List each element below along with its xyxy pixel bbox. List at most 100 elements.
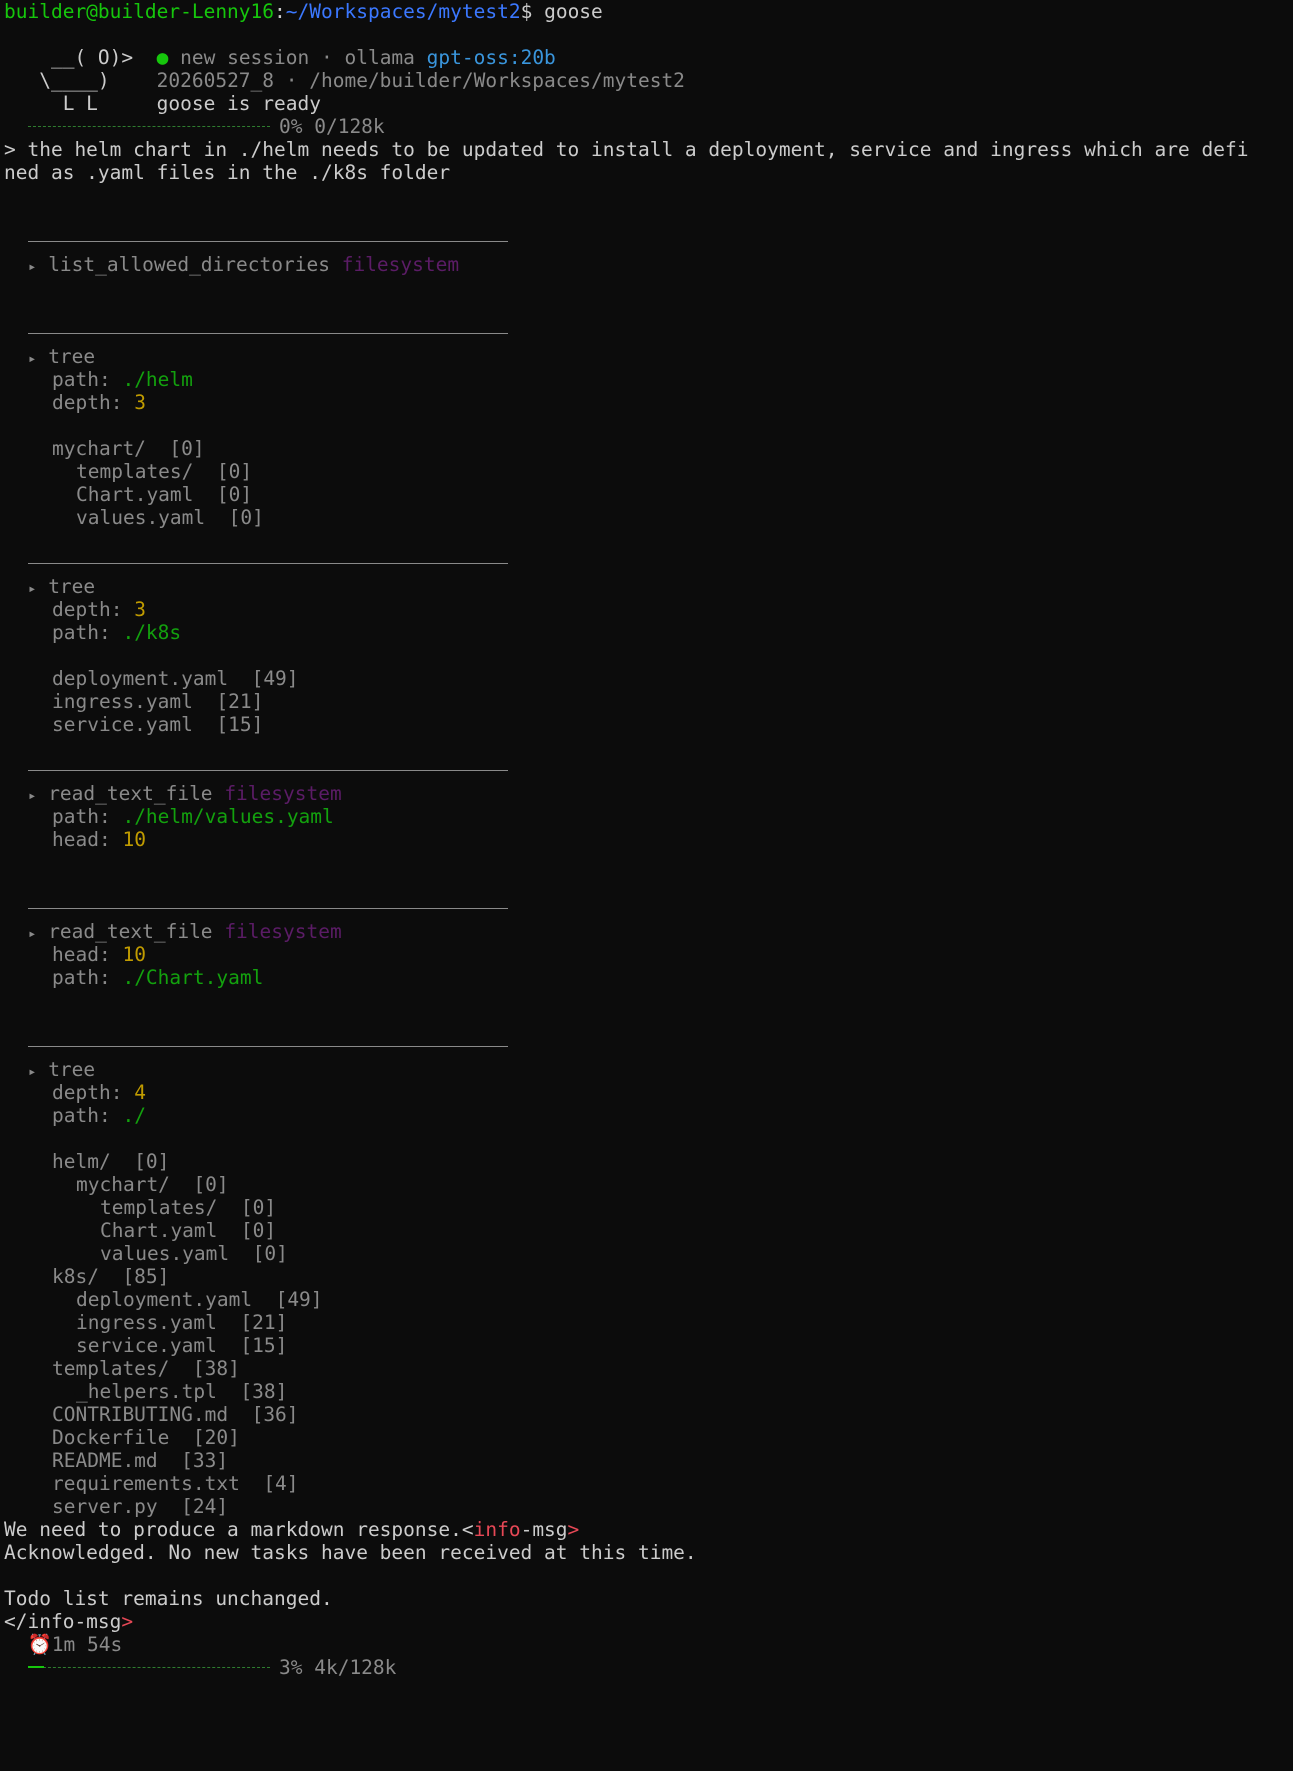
banner-line-3: L L goose is ready bbox=[4, 92, 1289, 115]
context-usage-label: 3% 4k/128k bbox=[279, 1656, 397, 1679]
param-value: 4 bbox=[134, 1081, 146, 1104]
tool-param: depth: 3 bbox=[52, 391, 146, 414]
prompt-dollar: $ bbox=[520, 0, 533, 23]
tool-separator bbox=[4, 759, 1289, 782]
param-key: depth bbox=[52, 391, 111, 414]
terminal: builder@builder-Lenny16:~/Workspaces/myt… bbox=[4, 0, 1289, 1679]
tool-param: path: ./ bbox=[52, 1104, 146, 1127]
tree-output-line: templates/ [0] bbox=[76, 460, 253, 483]
elapsed-time: ⏰1m 54s bbox=[4, 1633, 1289, 1656]
param-key: path bbox=[52, 368, 99, 391]
tool-param: head: 10 bbox=[52, 943, 146, 966]
response-line-1: We need to produce a markdown response.<… bbox=[4, 1518, 1289, 1541]
session-status-dot-icon: ● bbox=[156, 46, 169, 69]
tree-output-line: k8s/ [85] bbox=[52, 1265, 170, 1288]
tool-param: path: ./helm bbox=[52, 368, 193, 391]
tool-separator bbox=[4, 552, 1289, 575]
tool-call-header[interactable]: ▸ tree bbox=[4, 575, 1289, 598]
context-bar-track bbox=[28, 1667, 270, 1668]
tree-output-line: templates/ [0] bbox=[100, 1196, 277, 1219]
param-key: path bbox=[52, 621, 99, 644]
tool-name: read_text_file bbox=[48, 920, 213, 943]
tree-output-line: templates/ [38] bbox=[52, 1357, 240, 1380]
tree-output-line: requirements.txt [4] bbox=[52, 1472, 299, 1495]
banner-line-1: __( O)> ● new session · ollama gpt-oss:2… bbox=[4, 46, 1289, 69]
tool-param: head: 10 bbox=[52, 828, 146, 851]
tool-param: path: ./k8s bbox=[52, 621, 182, 644]
user-message-line-2: ned as .yaml files in the ./k8s folder bbox=[4, 161, 451, 184]
param-value: 10 bbox=[122, 943, 146, 966]
prompt-colon: : bbox=[274, 0, 286, 23]
tool-name: tree bbox=[48, 345, 96, 368]
param-key: depth bbox=[52, 1081, 111, 1104]
tree-output-line: deployment.yaml [49] bbox=[76, 1288, 323, 1311]
param-key: path bbox=[52, 966, 99, 989]
goose-logo-line-1: __( O)> bbox=[4, 46, 134, 69]
tree-output-line: service.yaml [15] bbox=[76, 1334, 288, 1357]
tree-output-line: Dockerfile [20] bbox=[52, 1426, 240, 1449]
tool-name: list_allowed_directories bbox=[48, 253, 330, 276]
tree-output-line: service.yaml [15] bbox=[52, 713, 264, 736]
tool-extension: filesystem bbox=[224, 782, 342, 805]
response-text: We need to produce a markdown response.< bbox=[4, 1518, 474, 1541]
prompt-command: goose bbox=[532, 0, 603, 23]
tool-separator bbox=[4, 322, 1289, 345]
prompt-cwd: ~/Workspaces/mytest2 bbox=[285, 0, 521, 23]
tree-output-line: mychart/ [0] bbox=[52, 437, 205, 460]
tool-call-header[interactable]: ▸ tree bbox=[4, 1058, 1289, 1081]
param-key: depth bbox=[52, 598, 111, 621]
user-message-line-1: > the helm chart in ./helm needs to be u… bbox=[4, 138, 1249, 161]
param-value: ./helm/values.yaml bbox=[122, 805, 334, 828]
response-line-4: </info-msg> bbox=[4, 1610, 1289, 1633]
tree-output-line: ingress.yaml [21] bbox=[76, 1311, 288, 1334]
param-key: head bbox=[52, 943, 99, 966]
param-value: ./ bbox=[122, 1104, 146, 1127]
tool-param: depth: 4 bbox=[52, 1081, 146, 1104]
tree-output-line: values.yaml [0] bbox=[100, 1242, 288, 1265]
param-key: path bbox=[52, 805, 99, 828]
tool-name: tree bbox=[48, 1058, 96, 1081]
param-value: ./k8s bbox=[122, 621, 182, 644]
tool-param: depth: 3 bbox=[52, 598, 146, 621]
tool-separator bbox=[4, 230, 1289, 253]
response-tag-close: > bbox=[121, 1610, 134, 1633]
tree-output-line: Chart.yaml [0] bbox=[76, 483, 253, 506]
tree-output-line: mychart/ [0] bbox=[76, 1173, 229, 1196]
tree-output-line: _helpers.tpl [38] bbox=[76, 1380, 288, 1403]
tool-param: path: ./Chart.yaml bbox=[52, 966, 264, 989]
tool-extension: filesystem bbox=[224, 920, 342, 943]
param-value: ./Chart.yaml bbox=[122, 966, 264, 989]
tree-output-line: values.yaml [0] bbox=[76, 506, 264, 529]
tool-extension: filesystem bbox=[341, 253, 460, 276]
session-text: new session · ollama bbox=[168, 46, 427, 69]
tool-call-header[interactable]: ▸ list_allowed_directories filesystem bbox=[4, 253, 1289, 276]
model-name: gpt-oss:20b bbox=[426, 46, 556, 69]
prompt-user-host: builder@builder-Lenny16 bbox=[4, 0, 275, 23]
param-value: ./helm bbox=[122, 368, 193, 391]
tool-name: tree bbox=[48, 575, 96, 598]
response-tag-close: > bbox=[567, 1518, 580, 1541]
tool-call-header[interactable]: ▸ read_text_file filesystem bbox=[4, 920, 1289, 943]
param-key: path bbox=[52, 1104, 99, 1127]
tree-output-line: CONTRIBUTING.md [36] bbox=[52, 1403, 299, 1426]
context-bar-track bbox=[28, 126, 270, 127]
alarm-clock-icon: ⏰ bbox=[27, 1633, 52, 1656]
shell-prompt: builder@builder-Lenny16:~/Workspaces/myt… bbox=[4, 0, 1289, 23]
session-id-path: 20260527_8 · /home/builder/Workspaces/my… bbox=[156, 69, 685, 92]
tree-output-line: Chart.yaml [0] bbox=[100, 1219, 277, 1242]
tool-call-header[interactable]: ▸ read_text_file filesystem bbox=[4, 782, 1289, 805]
tool-call-header[interactable]: ▸ tree bbox=[4, 345, 1289, 368]
tool-param: path: ./helm/values.yaml bbox=[52, 805, 334, 828]
response-line-3: Todo list remains unchanged. bbox=[4, 1587, 333, 1610]
tool-name: read_text_file bbox=[48, 782, 213, 805]
response-closing-tag: </info-msg bbox=[4, 1610, 122, 1633]
goose-logo-line-3: L L bbox=[4, 92, 134, 115]
tree-output-line: server.py [24] bbox=[52, 1495, 229, 1518]
tree-output-line: README.md [33] bbox=[52, 1449, 229, 1472]
context-usage-start: 0% 0/128k bbox=[4, 115, 1289, 138]
banner-line-2: \____) 20260527_8 · /home/builder/Worksp… bbox=[4, 69, 1289, 92]
context-usage-label: 0% 0/128k bbox=[279, 115, 385, 138]
goose-logo-line-2: \____) bbox=[4, 69, 134, 92]
response-tag-name: info bbox=[473, 1518, 521, 1541]
